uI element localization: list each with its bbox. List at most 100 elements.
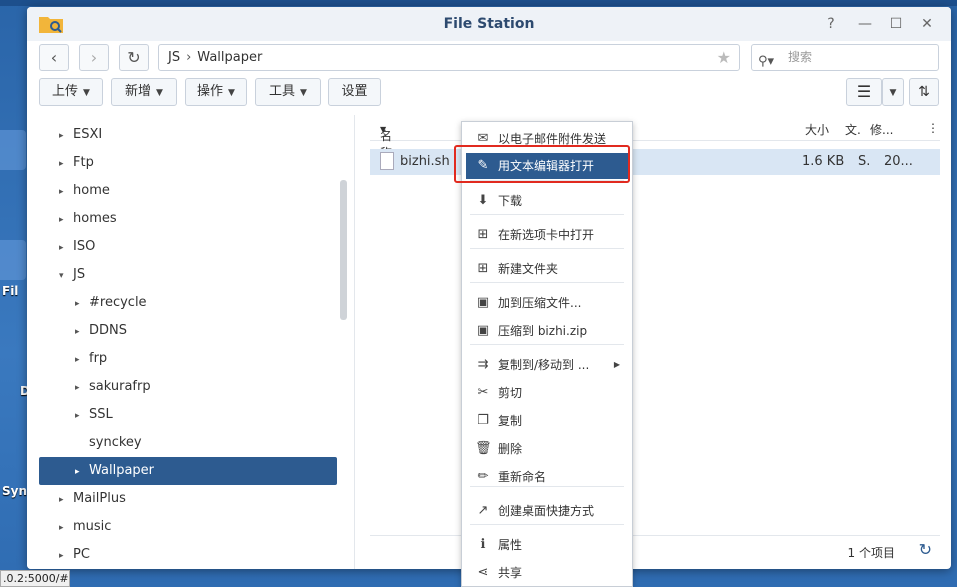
menu-item-compress[interactable]: ▣ 压缩到 bizhi.zip bbox=[466, 318, 628, 344]
column-options-icon[interactable]: ⋮ bbox=[927, 121, 939, 135]
menu-item-shortcut[interactable]: ↗ 创建桌面快捷方式 bbox=[466, 498, 628, 524]
menu-item-label: 共享 bbox=[498, 566, 523, 580]
chevron-right-icon[interactable]: ▸ bbox=[75, 458, 89, 486]
chevron-right-icon[interactable]: ▸ bbox=[59, 234, 73, 262]
menu-item-cut[interactable]: ✂ 剪切 bbox=[466, 380, 628, 406]
new-tab-icon: ⊞ bbox=[477, 227, 489, 242]
list-view-icon[interactable]: ☰ bbox=[846, 78, 882, 106]
tree-item-frp[interactable]: ▸ frp bbox=[39, 345, 337, 373]
sort-icon[interactable]: ⇅ bbox=[909, 78, 939, 106]
close-icon[interactable]: ✕ bbox=[918, 15, 936, 33]
search-icon[interactable]: ⚲▾ bbox=[758, 49, 782, 69]
item-count: 1 个项目 bbox=[847, 546, 895, 560]
menu-item-label: 复制 bbox=[498, 414, 523, 428]
tree-item-recycle[interactable]: ▸ #recycle bbox=[39, 289, 337, 317]
menu-item-label: 删除 bbox=[498, 442, 523, 456]
chevron-right-icon[interactable]: ▸ bbox=[59, 514, 73, 542]
tree-item-ssl[interactable]: ▸ SSL bbox=[39, 401, 337, 429]
refresh-button[interactable]: ↻ bbox=[119, 44, 149, 71]
share-icon: ⋖ bbox=[477, 565, 489, 580]
menu-item-copy-move[interactable]: ⇉ 复制到/移动到 ... ▶ bbox=[466, 352, 628, 378]
chevron-right-icon[interactable]: ▸ bbox=[59, 150, 73, 178]
desktop-app-icon[interactable] bbox=[0, 130, 26, 170]
tools-label: 工具 bbox=[269, 84, 296, 99]
column-modified[interactable]: 修... bbox=[870, 121, 893, 138]
chevron-right-icon[interactable]: ▸ bbox=[75, 346, 89, 374]
path-bar[interactable]: JS › Wallpaper ★ bbox=[158, 44, 740, 71]
maximize-icon[interactable]: ☐ bbox=[887, 15, 905, 33]
help-icon[interactable]: ? bbox=[822, 15, 840, 33]
menu-item-delete[interactable]: 🗑 删除 bbox=[466, 436, 628, 462]
tools-button[interactable]: 工具 ▼ bbox=[255, 78, 321, 106]
tree-item-label: synckey bbox=[89, 435, 142, 450]
tree-item-wallpaper[interactable]: ▸ Wallpaper bbox=[39, 457, 337, 485]
menu-item-copy[interactable]: ❐ 复制 bbox=[466, 408, 628, 434]
action-button[interactable]: 操作 ▼ bbox=[185, 78, 247, 106]
navigation-bar: ‹ › ↻ JS › Wallpaper ★ ⚲▾ 搜索 bbox=[27, 41, 951, 77]
annotation-highlight-box bbox=[454, 145, 630, 183]
menu-item-rename[interactable]: ✏ 重新命名 bbox=[466, 464, 628, 490]
menu-item-label: 压缩到 bizhi.zip bbox=[498, 324, 588, 338]
chevron-right-icon[interactable]: ▸ bbox=[75, 402, 89, 430]
menu-item-label: 在新选项卡中打开 bbox=[498, 228, 595, 242]
chevron-right-icon[interactable]: ▸ bbox=[59, 206, 73, 234]
file-size: 1.6 KB bbox=[802, 154, 845, 169]
tree-item-esxi[interactable]: ▸ ESXI bbox=[39, 121, 337, 149]
new-button[interactable]: 新增 ▼ bbox=[111, 78, 177, 106]
chevron-right-icon[interactable]: ▸ bbox=[59, 542, 73, 569]
chevron-right-icon[interactable]: ▸ bbox=[75, 374, 89, 402]
favorite-star-icon[interactable]: ★ bbox=[717, 45, 731, 70]
chevron-right-icon[interactable]: ▸ bbox=[75, 318, 89, 346]
menu-item-new-folder[interactable]: ⊞ 新建文件夹 bbox=[466, 256, 628, 282]
chevron-right-icon[interactable]: ▸ bbox=[59, 486, 73, 514]
tree-item-pc[interactable]: ▸ PC bbox=[39, 541, 337, 569]
chevron-down-icon[interactable]: ▾ bbox=[59, 262, 73, 290]
menu-separator bbox=[470, 282, 624, 283]
tree-scrollbar[interactable] bbox=[340, 180, 347, 320]
tree-item-ftp[interactable]: ▸ Ftp bbox=[39, 149, 337, 177]
search-input[interactable]: ⚲▾ 搜索 bbox=[751, 44, 939, 71]
tree-item-sakurafrp[interactable]: ▸ sakurafrp bbox=[39, 373, 337, 401]
column-type[interactable]: 文. bbox=[845, 121, 861, 138]
chevron-right-icon[interactable]: ▸ bbox=[59, 178, 73, 206]
menu-separator bbox=[470, 344, 624, 345]
settings-button[interactable]: 设置 bbox=[328, 78, 381, 106]
tree-item-music[interactable]: ▸ music bbox=[39, 513, 337, 541]
list-footer: 1 个项目 ↻ bbox=[370, 535, 940, 569]
column-size[interactable]: 大小 bbox=[805, 121, 829, 138]
menu-item-share[interactable]: ⋖ 共享 bbox=[466, 560, 628, 586]
breadcrumb-item[interactable]: Wallpaper bbox=[197, 50, 262, 65]
chevron-down-icon: ▼ bbox=[83, 88, 90, 98]
forward-button[interactable]: › bbox=[79, 44, 109, 71]
tree-item-label: homes bbox=[73, 211, 117, 226]
tree-item-js[interactable]: ▾ JS bbox=[39, 261, 337, 289]
refresh-icon[interactable]: ↻ bbox=[919, 540, 932, 559]
tree-item-ddns[interactable]: ▸ DDNS bbox=[39, 317, 337, 345]
back-button[interactable]: ‹ bbox=[39, 44, 69, 71]
breadcrumb-item[interactable]: JS bbox=[168, 50, 180, 65]
chevron-right-icon[interactable]: ▸ bbox=[75, 290, 89, 318]
tree-item-homes[interactable]: ▸ homes bbox=[39, 205, 337, 233]
file-list: 名称 ▼ 大小 文. 修... ⋮ bizhi.sh 1.6 KB S. 20.… bbox=[355, 115, 951, 569]
column-name[interactable]: 名称 ▼ bbox=[380, 121, 392, 160]
tree-item-mailplus[interactable]: ▸ MailPlus bbox=[39, 485, 337, 513]
menu-item-add-archive[interactable]: ▣ 加到压缩文件... bbox=[466, 290, 628, 316]
menu-item-new-tab[interactable]: ⊞ 在新选项卡中打开 bbox=[466, 222, 628, 248]
chevron-right-icon[interactable]: ▸ bbox=[59, 122, 73, 150]
title-bar[interactable]: File Station ? — ☐ ✕ bbox=[27, 7, 951, 41]
view-dropdown-icon[interactable]: ▼ bbox=[882, 78, 904, 106]
chevron-down-icon: ▼ bbox=[228, 88, 235, 98]
menu-item-info[interactable]: ℹ 属性 bbox=[466, 532, 628, 558]
tree-item-home[interactable]: ▸ home bbox=[39, 177, 337, 205]
tree-item-label: sakurafrp bbox=[89, 379, 151, 394]
tree-item-label: Ftp bbox=[73, 155, 94, 170]
desktop-app-icon[interactable] bbox=[0, 240, 26, 280]
new-folder-icon: ⊞ bbox=[477, 261, 489, 276]
upload-button[interactable]: 上传 ▼ bbox=[39, 78, 103, 106]
file-icon bbox=[380, 152, 394, 170]
window-title: File Station bbox=[443, 16, 535, 32]
minimize-icon[interactable]: — bbox=[856, 15, 874, 33]
tree-item-synckey[interactable]: synckey bbox=[39, 429, 337, 457]
menu-item-download[interactable]: ⬇ 下载 bbox=[466, 188, 628, 214]
tree-item-iso[interactable]: ▸ ISO bbox=[39, 233, 337, 261]
